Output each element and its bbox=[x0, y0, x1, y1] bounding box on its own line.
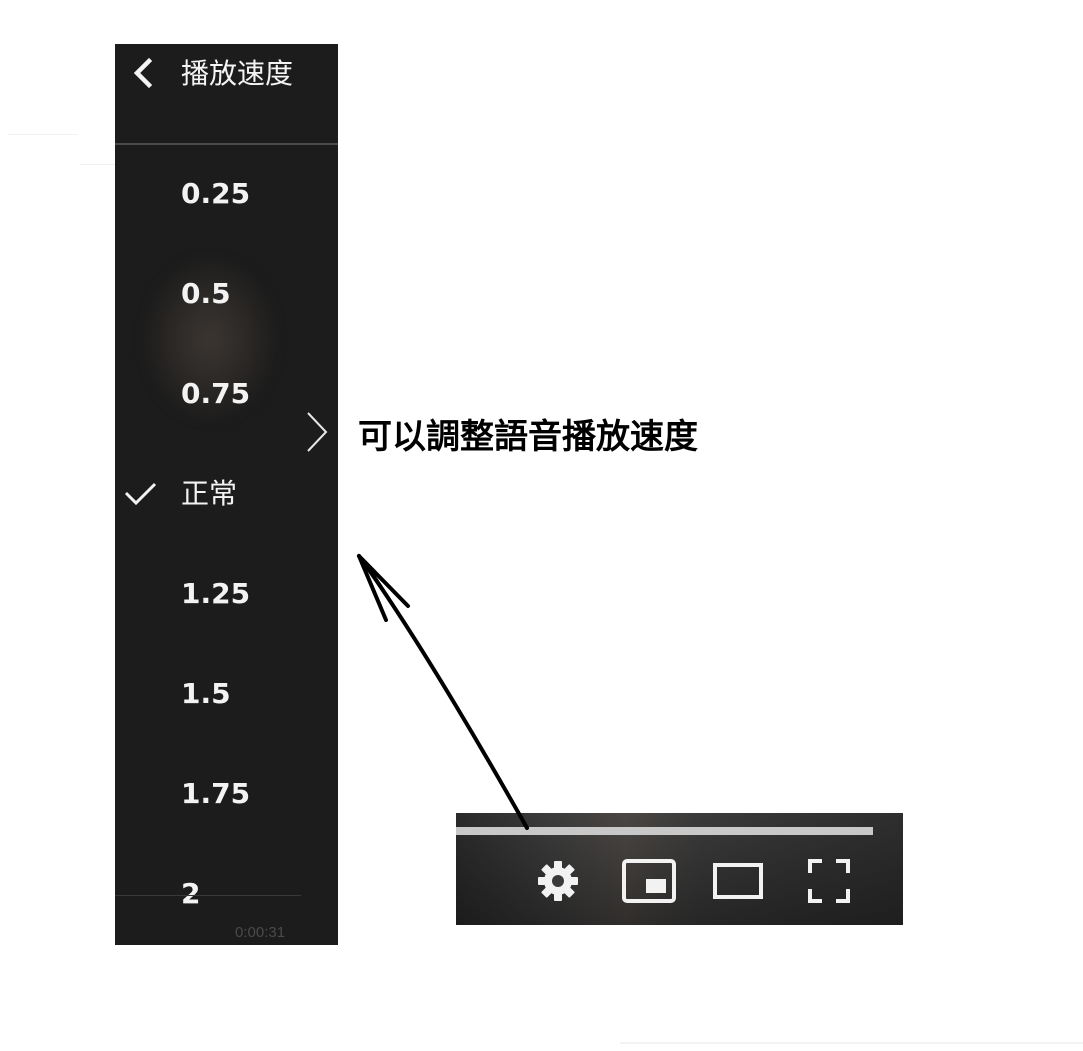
chevron-left-icon bbox=[125, 54, 161, 94]
speed-option-label: 0.5 bbox=[181, 277, 231, 310]
progress-line bbox=[115, 895, 301, 896]
speed-option-1.5[interactable]: 1.5 bbox=[115, 667, 338, 767]
fullscreen-icon bbox=[804, 857, 854, 905]
speed-options-list: 0.25 0.5 0.75 正常 1.25 1.5 1.75 2 bbox=[115, 167, 338, 945]
speed-option-1.25[interactable]: 1.25 bbox=[115, 567, 338, 667]
miniplayer-icon bbox=[618, 857, 680, 905]
back-button[interactable] bbox=[125, 54, 161, 94]
divider bbox=[620, 1042, 1083, 1044]
speed-option-2[interactable]: 2 bbox=[115, 867, 338, 945]
speed-option-label: 1.5 bbox=[181, 677, 231, 710]
progress-bar[interactable] bbox=[456, 827, 873, 835]
speed-option-0.25[interactable]: 0.25 bbox=[115, 167, 338, 267]
speed-option-label: 正常 bbox=[181, 477, 238, 510]
theater-mode-icon bbox=[710, 857, 768, 905]
menu-title: 播放速度 bbox=[181, 57, 294, 90]
divider bbox=[80, 164, 116, 165]
chevron-right-icon bbox=[304, 410, 330, 458]
speed-option-label: 0.25 bbox=[181, 177, 251, 210]
annotation-label: 可以調整語音播放速度 bbox=[358, 417, 698, 457]
theater-mode-button[interactable] bbox=[710, 857, 768, 905]
miniplayer-button[interactable] bbox=[618, 857, 680, 905]
fullscreen-button[interactable] bbox=[804, 857, 854, 905]
speed-option-label: 1.75 bbox=[181, 777, 251, 810]
settings-button[interactable] bbox=[534, 857, 582, 905]
speed-option-label: 2 bbox=[181, 877, 201, 910]
timestamp: 0:00:31 bbox=[235, 924, 286, 941]
gear-icon bbox=[534, 857, 582, 905]
speed-option-normal[interactable]: 正常 bbox=[115, 467, 338, 567]
speed-option-label: 0.75 bbox=[181, 377, 251, 410]
menu-header: 播放速度 bbox=[115, 44, 338, 145]
divider bbox=[8, 134, 78, 135]
speed-option-0.5[interactable]: 0.5 bbox=[115, 267, 338, 367]
player-control-bar bbox=[456, 813, 903, 925]
speed-option-label: 1.25 bbox=[181, 577, 251, 610]
playback-speed-menu: 播放速度 0.25 0.5 0.75 正常 1.25 1.5 1.75 2 0:… bbox=[115, 44, 338, 945]
checkmark-icon bbox=[123, 476, 157, 510]
speed-option-1.75[interactable]: 1.75 bbox=[115, 767, 338, 867]
